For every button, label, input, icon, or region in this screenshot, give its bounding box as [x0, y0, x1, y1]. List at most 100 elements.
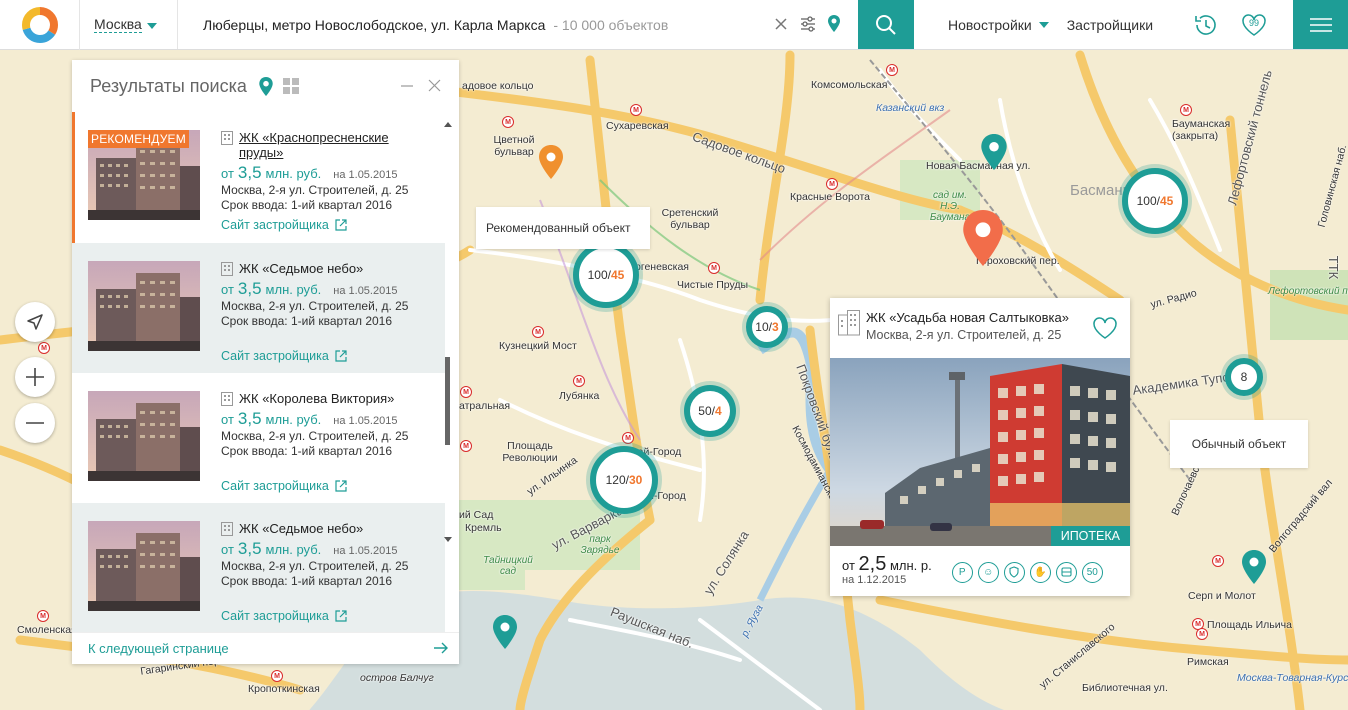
regular-callout: Обычный объект — [1170, 420, 1308, 468]
map-label: Сухаревская — [606, 120, 669, 132]
map-pin-icon[interactable] — [981, 134, 1007, 170]
map-label: Смоленская — [17, 624, 77, 636]
results-scrollbar[interactable] — [443, 112, 453, 632]
map-label: Площадь Революции — [502, 440, 558, 464]
cluster-marker[interactable]: 50/4 — [684, 385, 736, 437]
building-thumbnail[interactable]: РЕКОМЕНДУЕМ — [88, 130, 200, 220]
metro-icon: M — [1196, 628, 1208, 640]
map-label: Бауманская (закрыта) — [1172, 118, 1231, 142]
complex-name[interactable]: ЖК «Королева Виктория» — [221, 391, 416, 406]
list-item[interactable]: ЖК «Седьмое небо» от 3,5 млн. руб. на 1.05.… — [72, 243, 445, 373]
building-thumbnail[interactable] — [88, 261, 200, 351]
price-date: на 1.05.2015 — [333, 169, 398, 181]
logo[interactable] — [0, 0, 80, 50]
popup-building-image[interactable]: ИПОТЕКА — [830, 358, 1130, 546]
minimize-icon[interactable] — [400, 78, 414, 92]
price: от 3,5 млн. руб. на 1.05.2015 — [221, 279, 416, 299]
chevron-down-icon — [1038, 21, 1049, 28]
price-unit: млн. руб. — [265, 542, 322, 557]
zoom-out-button[interactable] — [15, 403, 55, 443]
price-prefix: от — [221, 542, 234, 557]
favorites-button[interactable]: 99 — [1241, 12, 1267, 38]
developer-site-label: Сайт застройщика — [221, 349, 329, 363]
favorite-heart-icon[interactable] — [1092, 316, 1118, 340]
developer-site-link[interactable]: Сайт застройщика — [221, 349, 416, 363]
security-shield-icon — [1003, 561, 1025, 583]
popup-address: Москва, 2-я ул. Строителей, д. 25 — [866, 328, 1062, 342]
metro-icon: M — [1180, 104, 1192, 116]
complex-name[interactable]: ЖК «Седьмое небо» — [221, 521, 416, 536]
map-label: Чистые Пруды — [677, 279, 749, 291]
map-pin-icon[interactable] — [1242, 550, 1266, 584]
scrollbar-thumb[interactable] — [445, 357, 450, 445]
results-header: Результаты поиска — [72, 60, 459, 112]
search-query[interactable]: Люберцы, метро Новослободское, ул. Карла… — [203, 17, 545, 33]
search-input[interactable]: Люберцы, метро Новослободское, ул. Карла… — [178, 0, 858, 49]
map-label: ргеневская — [635, 261, 689, 273]
price-date: на 1.05.2015 — [333, 285, 398, 297]
cluster-marker[interactable]: 10/3 — [746, 306, 788, 348]
price-date: на 1.12.2015 — [842, 574, 907, 586]
cluster-marker[interactable]: 120/30 — [590, 446, 658, 514]
map-label: ий Сад — [459, 509, 494, 521]
metro-icon: M — [708, 262, 720, 274]
building-thumbnail[interactable] — [88, 391, 200, 481]
scroll-down-icon[interactable] — [444, 537, 452, 542]
list-item[interactable]: ЖК «Седьмое небо» от 3,5 млн. руб. на 1.05.… — [72, 503, 445, 632]
location-pin-icon[interactable] — [828, 15, 840, 32]
address: Москва, 2-я ул. Строителей, д. 25 — [221, 299, 409, 313]
external-link-icon — [335, 350, 347, 362]
next-page-link[interactable]: К следующей странице — [72, 632, 459, 664]
complex-name-label: ЖК «Седьмое небо» — [239, 261, 364, 276]
metro-icon: M — [38, 342, 50, 354]
zoom-in-button[interactable] — [15, 357, 55, 397]
list-item[interactable]: РЕКОМЕНДУЕМ ЖК «Краснопресненские пруды»… — [72, 112, 445, 243]
menu-button[interactable] — [1293, 0, 1348, 49]
city-selector[interactable]: Москва — [80, 0, 178, 49]
playground-hand-icon: ✋ — [1029, 561, 1051, 583]
map-label: Лубянка — [559, 390, 600, 402]
developer-site-link[interactable]: Сайт застройщика — [221, 479, 416, 493]
popup-complex-name[interactable]: ЖК «Усадьба новая Салтыковка» — [866, 310, 1069, 325]
search-button[interactable] — [858, 0, 914, 49]
grid-view-icon[interactable] — [282, 78, 299, 94]
results-panel: Результаты поиска РЕКОМЕНДУЕМ ЖК «Красно… — [72, 60, 459, 664]
map-label: Лефортовский парк — [1268, 286, 1348, 297]
metro-icon: M — [502, 116, 514, 128]
price-value: 3,5 — [237, 539, 262, 558]
building-thumbnail[interactable] — [88, 521, 200, 611]
filter-sliders-icon[interactable] — [800, 15, 816, 32]
developer-site-link[interactable]: Сайт застройщика — [221, 609, 416, 623]
map-pin-icon[interactable] — [493, 615, 517, 649]
cluster-marker[interactable]: 8 — [1225, 358, 1263, 396]
main-nav: Новостройки Застройщики 99 — [914, 0, 1293, 49]
metro-icon: M — [37, 610, 49, 622]
scroll-up-icon[interactable] — [444, 122, 452, 127]
price: от 3,5 млн. руб. на 1.05.2015 — [221, 539, 416, 559]
map-label: ТТК — [1326, 255, 1342, 280]
property-popup[interactable]: ЖК «Усадьба новая Салтыковка» Москва, 2-… — [830, 298, 1130, 596]
clear-icon[interactable] — [774, 17, 788, 31]
map-label: Кропоткинская — [248, 683, 320, 695]
nav-developers[interactable]: Застройщики — [1067, 17, 1153, 33]
list-item[interactable]: ЖК «Королева Виктория» от 3,5 млн. руб. на … — [72, 373, 445, 503]
price-unit: млн. руб. — [265, 412, 322, 427]
building-icon — [221, 262, 233, 276]
developer-site-link[interactable]: Сайт застройщика — [221, 218, 416, 232]
cluster-marker[interactable]: 100/45 — [1122, 168, 1188, 234]
metro-icon: M — [573, 375, 585, 387]
close-icon[interactable] — [428, 79, 441, 92]
metro-icon: M — [271, 670, 283, 682]
cluster-marker[interactable]: 100/45 — [573, 242, 639, 308]
history-icon[interactable] — [1193, 12, 1219, 38]
search-count: - 10 000 объектов — [553, 16, 669, 33]
building-image — [88, 261, 200, 351]
nav-new-buildings[interactable]: Новостройки — [948, 17, 1049, 33]
recommended-pin-icon[interactable] — [539, 145, 563, 179]
complex-name[interactable]: ЖК «Седьмое небо» — [221, 261, 416, 276]
external-link-icon — [335, 219, 347, 231]
geolocate-button[interactable] — [15, 302, 55, 342]
complex-name[interactable]: ЖК «Краснопресненские пруды» — [221, 130, 416, 160]
selected-pin-icon[interactable] — [963, 210, 1003, 266]
map-view-pin-icon[interactable] — [259, 76, 273, 96]
